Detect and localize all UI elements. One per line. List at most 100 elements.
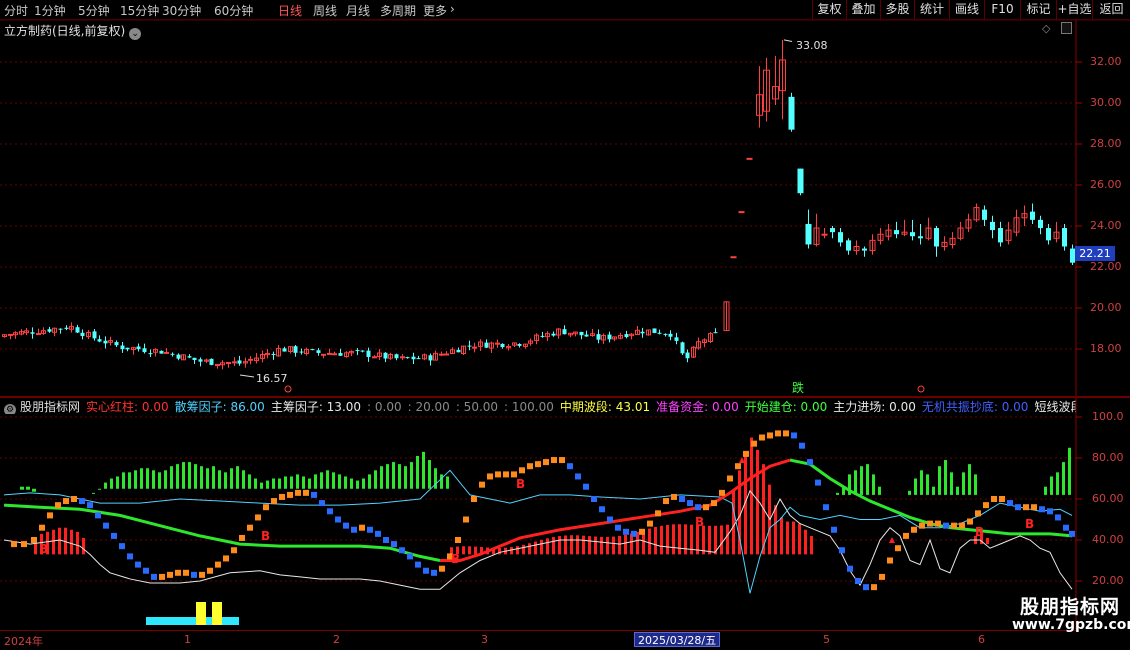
- chip-bar: [540, 539, 543, 555]
- wave-dot: [407, 553, 413, 560]
- indicator-name[interactable]: 股朋指标网: [20, 400, 80, 414]
- chip-bar: [380, 466, 383, 489]
- chip-bar: [92, 492, 95, 494]
- candle-body: [500, 343, 505, 348]
- wave-dot: [687, 500, 693, 507]
- candle-body: [1038, 219, 1043, 229]
- wave-dot: [503, 471, 509, 478]
- chip-bar: [350, 478, 353, 489]
- wave-dot: [639, 528, 645, 535]
- watermark-title: 股朋指标网: [1019, 596, 1120, 618]
- candle-body: [846, 240, 851, 251]
- candle-body: [652, 328, 657, 333]
- price-axis-label: 24.00: [1090, 219, 1122, 232]
- buy-marker: B: [261, 529, 270, 543]
- candle-body: [114, 342, 119, 346]
- wave-dot: [383, 537, 389, 543]
- candle-body: [830, 228, 835, 233]
- chip-bar: [26, 486, 30, 490]
- indicator-header[interactable]: ⚙ 股朋指标网 实心红柱: 0.00 散筹因子: 86.00 主筹因子: 13.00: …: [4, 398, 1076, 414]
- wave-dot: [631, 530, 637, 537]
- wave-dot: [103, 522, 109, 529]
- candle-body: [316, 350, 321, 353]
- wave-dot: [879, 573, 885, 580]
- wave-dot: [967, 518, 973, 525]
- candle-body: [584, 334, 589, 337]
- candle-body: [982, 209, 987, 220]
- chip-bar: [188, 462, 191, 489]
- chip-bar: [386, 464, 389, 489]
- wave-dot: [767, 432, 773, 439]
- wave-dot: [463, 516, 469, 523]
- wave-dot: [743, 450, 749, 457]
- signal-bar: [196, 602, 206, 625]
- candle-body: [58, 328, 63, 330]
- chip-bar: [552, 537, 555, 555]
- candle-body: [439, 353, 444, 356]
- wave-dot: [375, 530, 381, 537]
- wave-dot: [87, 502, 93, 509]
- chip-bar: [878, 486, 881, 495]
- gear-icon[interactable]: ⚙: [4, 404, 16, 414]
- wave-dot: [343, 522, 349, 529]
- candle-body: [517, 344, 522, 346]
- wave-dot: [151, 573, 157, 580]
- chip-bar: [302, 476, 305, 489]
- stock-title[interactable]: 立方制药(日线,前复权) ⌄: [4, 22, 142, 40]
- wave-dot: [295, 489, 301, 496]
- candle-body: [1062, 228, 1067, 247]
- wave-dot: [127, 553, 133, 560]
- chip-bar: [462, 546, 465, 555]
- wave-dot: [935, 520, 941, 527]
- wave-dot: [527, 463, 533, 470]
- wave-dot: [847, 565, 853, 572]
- chip-bar: [474, 546, 477, 555]
- wave-dot: [903, 532, 909, 539]
- stock-name: 立方制药(日线,前复权): [4, 24, 126, 38]
- candle-body: [579, 331, 584, 336]
- wave-dot: [831, 526, 837, 533]
- chip-bar: [854, 470, 857, 495]
- chip-bar: [164, 470, 167, 489]
- chip-bar: [932, 486, 935, 495]
- window-toggle-icon[interactable]: [1061, 22, 1072, 34]
- chevron-down-icon[interactable]: ⌄: [129, 28, 142, 40]
- chip-bar: [660, 525, 663, 555]
- chip-bar: [176, 464, 179, 489]
- chip-bar: [98, 488, 101, 490]
- wave-dot: [855, 578, 861, 584]
- diamond-icon[interactable]: ◇: [1042, 22, 1050, 35]
- candle-body: [416, 358, 421, 360]
- candle-body: [372, 356, 377, 359]
- wave-dot: [535, 461, 541, 468]
- wave-dot: [311, 491, 317, 498]
- chip-bar: [594, 536, 597, 555]
- indicator-axis-label: 100.0: [1092, 410, 1124, 423]
- chip-bar: [260, 482, 263, 489]
- wave-dot: [951, 522, 957, 529]
- wave-dot: [695, 504, 701, 511]
- date-label: 1: [184, 633, 191, 646]
- wave-dot: [615, 524, 621, 531]
- price-axis-label: 20.00: [1090, 301, 1122, 314]
- chip-bar: [206, 468, 209, 489]
- wave-dot: [751, 440, 757, 447]
- chip-bar: [648, 528, 651, 555]
- wave-dot: [1007, 500, 1013, 507]
- wave-dot: [71, 496, 77, 502]
- candle-body: [8, 333, 13, 336]
- chip-bar: [944, 460, 947, 495]
- candle-body: [338, 353, 343, 356]
- chip-bar: [398, 464, 401, 489]
- chip-bar: [104, 482, 107, 489]
- candle-body: [400, 356, 405, 359]
- candle-body: [148, 353, 153, 355]
- kline-chart[interactable]: 33.08 16.57 跌 B B B B B B B: [0, 0, 1130, 650]
- chip-bar: [170, 466, 173, 489]
- wave-dot: [423, 567, 429, 574]
- candle-body: [120, 345, 125, 350]
- wave-dot: [1015, 504, 1021, 511]
- wave-dot: [39, 524, 45, 531]
- candle-body: [805, 223, 812, 245]
- candle-body: [788, 96, 795, 130]
